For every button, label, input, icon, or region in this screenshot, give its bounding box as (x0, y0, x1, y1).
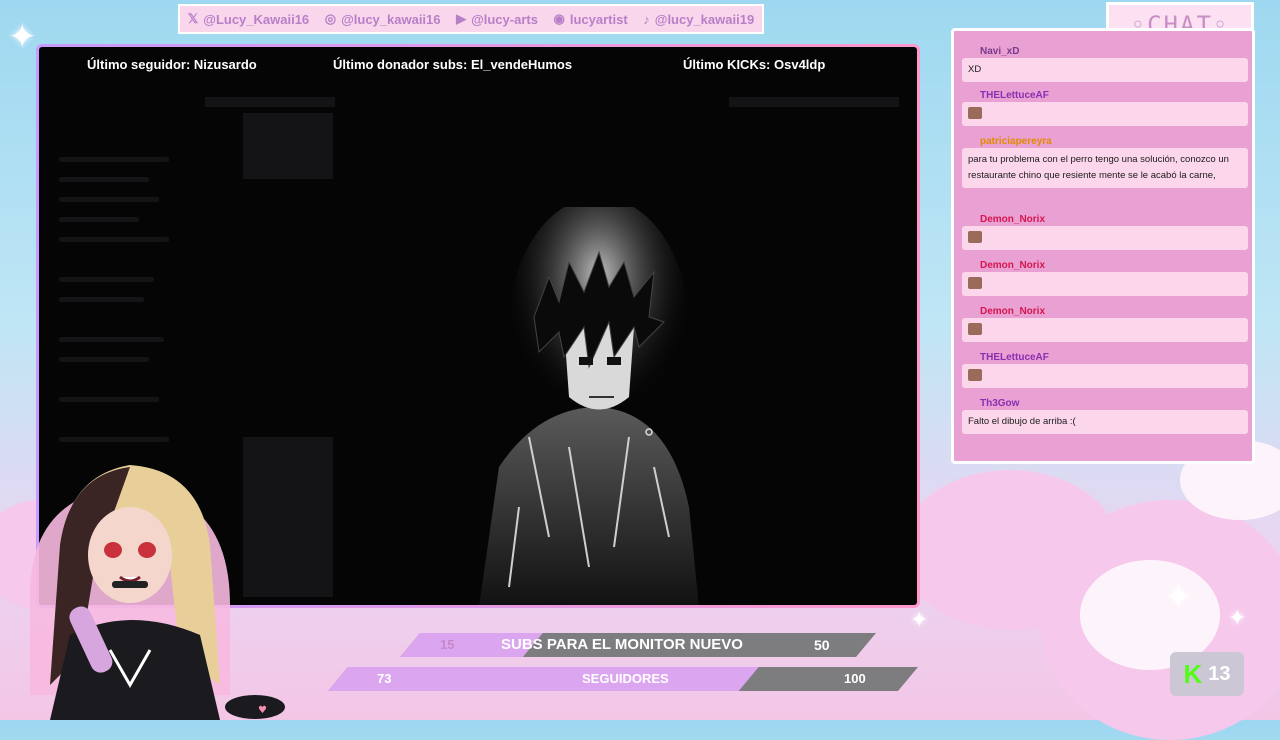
followers-goal-current: 73 (377, 671, 392, 686)
social-link[interactable]: ◉ lucyartist (554, 11, 628, 27)
chat-message-body (962, 318, 1248, 342)
chat-username[interactable]: THELettuceAF (974, 351, 1055, 364)
chat-message-body (962, 102, 1248, 126)
kick-counter: K 13 (1170, 652, 1244, 696)
kick-logo-icon: K (1183, 658, 1203, 689)
chat-username[interactable]: THELettuceAF (974, 89, 1055, 102)
subs-goal-target: 50 (814, 637, 830, 653)
chat-username[interactable]: Demon_Norix (974, 305, 1051, 318)
social-link[interactable]: 𝕏 @Lucy_Kawaii16 (188, 11, 309, 27)
chat-message-body (962, 272, 1248, 296)
sparkle-icon: ✦ (8, 17, 37, 57)
background-panel (729, 97, 899, 107)
emote-icon (968, 231, 982, 244)
followers-goal-target: 100 (844, 671, 866, 686)
youtube-icon: ▶ (456, 11, 467, 26)
background-line (59, 297, 144, 302)
chat-message-text: XD (968, 64, 982, 75)
svg-text:♥: ♥ (258, 705, 267, 716)
background-line (59, 337, 164, 342)
social-handle: @lucy-arts (471, 11, 538, 27)
vtuber-avatar: ♥ (30, 465, 285, 720)
social-link[interactable]: ▶ @lucy-arts (456, 11, 538, 27)
background-line (59, 357, 149, 362)
chat-username[interactable]: Demon_Norix (974, 213, 1051, 226)
background-line (59, 157, 169, 162)
background-line (59, 277, 154, 282)
last-follower: Último seguidor: Nizusardo (87, 57, 257, 72)
chat-panel: Navi_xD XD THELettuceAF patriciapereyra para… (951, 28, 1255, 464)
background-line (59, 197, 159, 202)
chat-message-body: Falto el dibujo de arriba :( (962, 410, 1248, 434)
followers-goal-bar: 73 SEGUIDORES 100 (328, 667, 918, 691)
tiktok-icon: ♪ (643, 11, 650, 27)
chat-message-text: Falto el dibujo de arriba :( (968, 416, 1076, 427)
background-line (59, 177, 149, 182)
last-kicks: Último KICKs: Osv4ldp (683, 57, 826, 72)
background-panel (243, 113, 333, 179)
chat-message-text: para tu problema con el perro tengo una … (968, 154, 1229, 181)
sparkle-icon: ✦ (1228, 606, 1247, 631)
followers-goal-fill (328, 667, 759, 691)
social-link[interactable]: ♪ @lucy_kawaii19 (643, 12, 754, 27)
emote-icon (968, 369, 982, 382)
background-line (59, 437, 169, 442)
background-panel (205, 97, 335, 107)
chat-message: THELettuceAF (962, 83, 1248, 126)
chat-message: Demon_Norix (962, 299, 1248, 342)
instagram-icon: ◎ (324, 11, 337, 26)
sparkle-icon: ✦ (910, 608, 929, 633)
chat-username[interactable]: Th3Gow (974, 397, 1025, 410)
discord-icon: ◉ (553, 11, 565, 26)
x-icon: 𝕏 (187, 11, 199, 26)
chat-message: THELettuceAF (962, 345, 1248, 388)
chat-message: Demon_Norix (962, 253, 1248, 296)
subs-goal-bar: 15 SUBS PARA EL MONITOR NUEVO 50 (400, 633, 876, 657)
subs-goal-current: 15 (440, 637, 455, 652)
subs-goal-label: SUBS PARA EL MONITOR NUEVO (501, 636, 743, 653)
followers-goal-label: SEGUIDORES (582, 671, 669, 686)
background-line (59, 217, 139, 222)
social-handle: @Lucy_Kawaii16 (203, 11, 310, 27)
social-handle: @lucy_kawaii19 (654, 11, 755, 27)
chat-message: Demon_Norix (962, 207, 1248, 250)
social-handle: lucyartist (569, 11, 628, 27)
chat-username[interactable]: Navi_xD (974, 45, 1025, 58)
background-line (59, 397, 159, 402)
chat-message: patriciapereyra para tu problema con el p… (962, 129, 1248, 188)
chat-message: Navi_xD XD (962, 39, 1248, 82)
kick-count: 13 (1208, 662, 1231, 685)
emote-icon (968, 277, 982, 290)
emote-icon (968, 107, 982, 120)
last-sub-donor: Último donador subs: El_vendeHumos (333, 57, 573, 72)
social-handle: @lucy_kawaii16 (341, 11, 441, 27)
chat-username[interactable]: patriciapereyra (974, 135, 1058, 148)
figure-drawing (479, 207, 699, 605)
sparkle-icon: ✦ (1164, 577, 1193, 617)
social-bar: 𝕏 @Lucy_Kawaii16 ◎ @lucy_kawaii16 ▶ @lucy-art… (178, 4, 764, 34)
emote-icon (968, 323, 982, 336)
social-link[interactable]: ◎ @lucy_kawaii16 (325, 11, 441, 27)
chat-message-body: XD (962, 58, 1248, 82)
chat-message: Th3Gow Falto el dibujo de arriba :( (962, 391, 1248, 434)
background-line (59, 237, 169, 242)
chat-username[interactable]: Demon_Norix (974, 259, 1051, 272)
chat-message-body (962, 364, 1248, 388)
chat-message-body (962, 226, 1248, 250)
chat-message-body: para tu problema con el perro tengo una … (962, 148, 1248, 188)
